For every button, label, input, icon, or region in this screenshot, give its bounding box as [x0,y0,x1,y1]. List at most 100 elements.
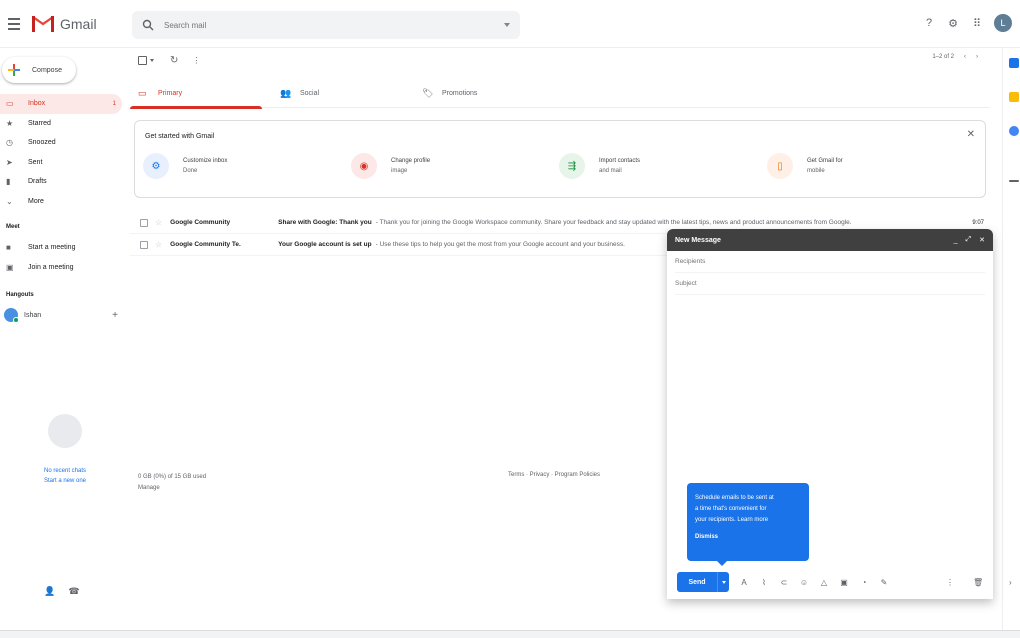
subject-row [675,273,985,295]
sidebar-item-starred[interactable]: ★ Starred [0,114,122,134]
app-name: Gmail [60,15,97,32]
tab-promotions[interactable]: 🏷 Promotions [414,78,546,108]
main-menu-button[interactable] [6,12,30,36]
search-options-icon[interactable] [504,23,510,27]
mail-checkbox[interactable] [140,218,148,227]
hangouts-empty-state: No recent chats Start a new one [30,414,100,486]
add-addon-icon[interactable] [1009,180,1019,182]
get-started-item-title: Customize inbox [183,158,228,164]
mail-folders: ▭ Inbox 1 ★ Starred ◷ Snoozed ➤ Sent ▮ Drafts ⌄ More [0,94,122,211]
pager-range: 1–2 of 2 [932,54,954,60]
get-started-item[interactable]: ▯ Get Gmail for mobile [767,153,975,179]
discard-draft-trash-icon[interactable]: 🗑 [973,578,983,587]
select-options-chevron-icon[interactable] [150,58,154,62]
more-options-icon[interactable]: ⋮ [192,56,200,65]
refresh-icon[interactable]: ↻ [170,55,178,66]
hangouts-user[interactable]: Ishan + [4,306,122,324]
sidebar-item-label: Starred [28,119,51,127]
settings-gear-icon[interactable]: ⚙ [946,16,960,30]
insert-drive-icon[interactable]: △ [819,578,829,587]
account-avatar[interactable]: L [994,14,1012,32]
star-icon[interactable]: ☆ [155,218,162,227]
tasks-icon[interactable] [1009,126,1019,136]
import-icon: ⇶ [559,153,585,179]
new-chat-plus-icon[interactable]: + [112,310,118,321]
mail-subject: Share with Google: Thank you [278,219,372,226]
compose-title: New Message [675,236,721,244]
sidebar-item-drafts[interactable]: ▮ Drafts [0,172,122,192]
phone-call-icon[interactable]: ☎ [68,586,80,598]
previous-page-icon[interactable]: ‹ [964,54,966,60]
hangouts-user-name: Ishan [24,311,42,319]
inbox-icon: ▭ [6,99,14,109]
insert-emoji-icon[interactable]: ☺ [799,578,809,587]
sidebar-item-more[interactable]: ⌄ More [0,192,122,212]
formatting-options-icon[interactable]: A [739,578,749,587]
mail-checkbox[interactable] [140,240,148,249]
get-started-item[interactable]: ◉ Change profile image [351,153,559,179]
tab-spacer [404,78,414,107]
meet-item[interactable]: ■ Start a meeting [0,238,122,258]
minimize-icon[interactable]: _ [954,237,958,244]
gmail-logo[interactable]: Gmail [32,15,97,32]
select-all-checkbox[interactable] [138,55,147,65]
tab-label: Social [300,89,320,97]
contacts-person-icon[interactable]: 👤 [44,586,56,598]
tag-icon: 🏷 [422,87,434,98]
tab-spacer [262,78,272,107]
gmail-m-icon [32,16,54,32]
search-bar[interactable] [132,11,520,39]
fullscreen-icon[interactable]: ⤢ [966,236,972,244]
sidebar-item-snoozed[interactable]: ◷ Snoozed [0,133,122,153]
meet-item-label: Join a meeting [28,263,74,271]
manage-storage-link[interactable]: Manage [138,483,206,494]
tab-label: Promotions [442,89,478,97]
compose-header[interactable]: New Message _ ⤢ ✕ [667,229,993,251]
mail-snippet: - Thank you for joining the Google Works… [375,219,852,226]
keep-icon[interactable] [1009,92,1019,102]
footer-links[interactable]: Terms · Privacy · Program Policies [508,472,600,478]
compose-button[interactable]: Compose [2,57,76,83]
inbox-tab-icon: ▭ [138,87,147,98]
close-icon[interactable]: ✕ [967,129,975,140]
apps-grid-icon[interactable]: ⠿ [970,16,984,30]
calendar-icon[interactable] [1009,58,1019,68]
hangouts-start-new-link[interactable]: Start a new one [30,476,100,486]
help-icon[interactable]: ? [922,16,936,30]
phone-icon: ▯ [767,153,793,179]
expand-panel-chevron-icon[interactable]: › [1009,578,1019,588]
header-actions: ? ⚙ ⠿ L [922,14,1012,32]
recipients-input[interactable] [675,258,985,265]
tab-social[interactable]: 👥 Social [272,78,404,108]
meet-item[interactable]: ▣ Join a meeting [0,258,122,278]
more-options-icon[interactable]: ⋮ [945,578,955,587]
search-input[interactable] [164,20,504,30]
tab-primary[interactable]: ▭ Primary [130,78,262,109]
insert-signature-icon[interactable]: ✎ [879,578,889,587]
schedule-send-chevron-icon[interactable] [717,572,729,592]
subject-input[interactable] [675,280,985,287]
send-icon: ➤ [6,157,13,167]
tooltip-line2: a time that's convenient for [695,506,767,512]
get-started-item[interactable]: ⇶ Import contacts and mail [559,153,767,179]
sidebar-item-inbox[interactable]: ▭ Inbox 1 [0,94,122,114]
tooltip-dismiss-button[interactable]: Dismiss [695,532,801,543]
chevron-down-icon: ⌄ [6,196,13,206]
get-started-title: Get started with Gmail [145,133,215,140]
close-compose-icon[interactable]: ✕ [979,236,985,244]
gmail-app: Gmail ? ⚙ ⠿ L Compose ▭In [0,0,1020,638]
insert-photo-icon[interactable]: ▣ [839,578,849,587]
get-started-item[interactable]: ⚙ Customize inbox Done [143,153,351,179]
compose-window: New Message _ ⤢ ✕ Schedule emails to be … [667,229,993,599]
search-icon[interactable] [142,19,154,31]
star-icon[interactable]: ☆ [155,240,162,249]
sidebar-item-sent[interactable]: ➤ Sent [0,153,122,173]
get-started-item-text: Get Gmail for mobile [807,156,843,176]
side-panel: › [1002,48,1020,638]
send-button[interactable]: Send [677,572,717,592]
confidential-mode-icon[interactable]: ◔ [859,578,869,587]
get-started-item-text: Customize inbox Done [183,156,227,176]
attach-file-icon[interactable]: ⌇ [759,578,769,587]
next-page-icon[interactable]: › [976,54,978,60]
insert-link-icon[interactable]: ⊂ [779,578,789,587]
